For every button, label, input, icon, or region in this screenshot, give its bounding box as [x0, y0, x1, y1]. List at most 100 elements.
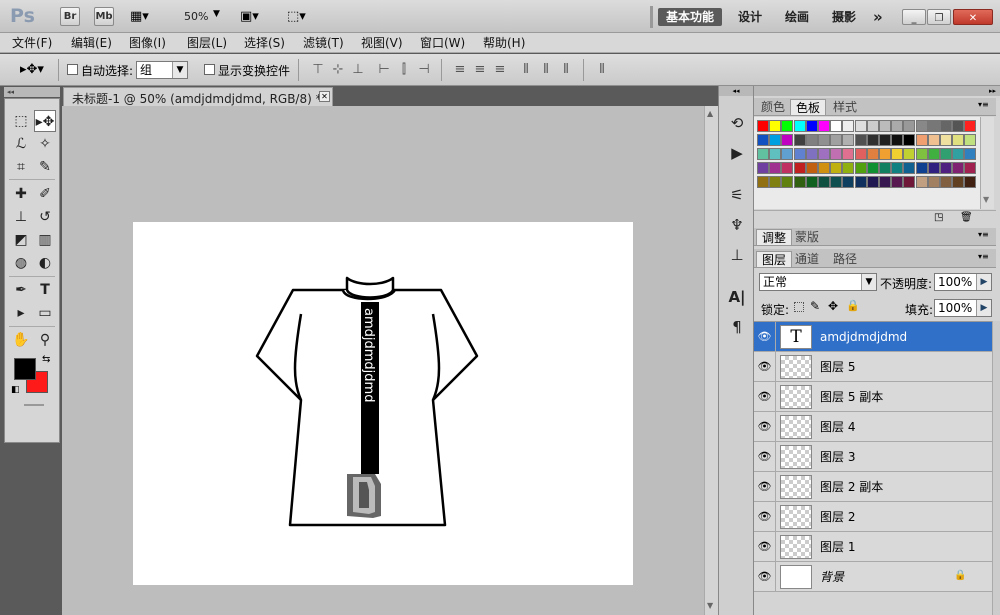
layer-row[interactable]: 👁 图层 5: [754, 352, 992, 382]
marquee-tool-icon[interactable]: ⬚: [10, 110, 32, 132]
zoom-tool-icon[interactable]: ⚲: [34, 329, 56, 351]
color-swatch[interactable]: [769, 134, 782, 146]
color-swatch[interactable]: [891, 134, 904, 146]
color-swatch[interactable]: [793, 176, 806, 188]
eraser-icon[interactable]: ◩: [10, 229, 32, 251]
vertical-scrollbar[interactable]: ▲ ▼: [704, 106, 718, 615]
color-swatch[interactable]: [866, 134, 879, 146]
layer-row[interactable]: 👁 图层 2 副本: [754, 472, 992, 502]
bridge-button[interactable]: Br: [60, 7, 80, 26]
color-swatch[interactable]: [842, 148, 855, 160]
distribute-top-icon[interactable]: ≡: [452, 62, 468, 78]
type-tool-icon[interactable]: T: [34, 279, 56, 301]
tools-panel-header[interactable]: ◂◂: [4, 87, 60, 97]
color-swatch[interactable]: [757, 134, 769, 146]
color-swatch[interactable]: [915, 162, 928, 174]
color-swatch[interactable]: [781, 134, 794, 146]
color-swatch[interactable]: [891, 162, 904, 174]
color-swatch[interactable]: [805, 148, 818, 160]
color-swatch[interactable]: [915, 120, 928, 132]
view-extras-icon[interactable]: ▦▾: [130, 9, 160, 25]
color-swatch[interactable]: [891, 120, 904, 132]
align-left-icon[interactable]: ⊢: [376, 62, 392, 78]
scroll-down-icon[interactable]: ▼: [983, 195, 989, 204]
scroll-up-icon[interactable]: ▲: [707, 109, 713, 118]
color-swatch[interactable]: [830, 120, 843, 132]
color-swatch[interactable]: [793, 134, 806, 146]
color-swatch[interactable]: [915, 148, 928, 160]
move-tool-icon[interactable]: ▸✥: [34, 110, 56, 132]
color-swatch[interactable]: [866, 148, 879, 160]
color-swatch[interactable]: [781, 120, 794, 132]
color-swatch[interactable]: [854, 176, 867, 188]
path-selection-icon[interactable]: ▸: [10, 302, 32, 324]
crop-tool-icon[interactable]: ⌗: [10, 156, 32, 178]
layer-row[interactable]: 👁 T amdjdmdjdmd: [754, 322, 992, 352]
color-swatch[interactable]: [964, 134, 977, 146]
color-swatch[interactable]: [781, 176, 794, 188]
color-swatch[interactable]: [940, 120, 952, 132]
align-right-icon[interactable]: ⊣: [416, 62, 432, 78]
visibility-eye-icon[interactable]: 👁: [754, 412, 776, 442]
layer-row[interactable]: 👁 图层 4: [754, 412, 992, 442]
color-swatch[interactable]: [879, 162, 891, 174]
tab-masks[interactable]: 蒙版: [790, 229, 824, 245]
align-bottom-icon[interactable]: ⊥: [350, 62, 366, 78]
color-swatch[interactable]: [793, 148, 806, 160]
color-swatch[interactable]: [891, 148, 904, 160]
layers-scrollbar[interactable]: [992, 321, 1000, 615]
blend-mode-dropdown[interactable]: 正常 ▼: [759, 273, 877, 291]
magic-wand-icon[interactable]: ✧: [34, 133, 56, 155]
color-swatch[interactable]: [842, 120, 855, 132]
dodge-tool-icon[interactable]: ◐: [34, 252, 56, 274]
collapse-dock-icon[interactable]: ◂◂: [719, 86, 753, 96]
color-swatch[interactable]: [964, 120, 977, 132]
new-swatch-icon[interactable]: ◳: [934, 212, 943, 223]
color-swatch[interactable]: [842, 134, 855, 146]
color-swatch[interactable]: [805, 134, 818, 146]
color-swatch[interactable]: [866, 176, 879, 188]
color-swatch[interactable]: [818, 134, 830, 146]
color-swatch[interactable]: [769, 120, 782, 132]
workspace-painting[interactable]: 绘画: [785, 8, 809, 26]
lock-pixels-icon[interactable]: ✎: [810, 299, 820, 313]
color-swatch[interactable]: [964, 148, 977, 160]
color-swatch[interactable]: [903, 120, 916, 132]
color-swatch[interactable]: [781, 148, 794, 160]
menu-filter[interactable]: 滤镜(T): [303, 35, 344, 51]
brush-tool-icon[interactable]: ✐: [34, 183, 56, 205]
color-swatch[interactable]: [830, 134, 843, 146]
color-swatch[interactable]: [903, 176, 916, 188]
layer-row[interactable]: 👁 图层 3: [754, 442, 992, 472]
fill-input[interactable]: 100% ▶: [934, 299, 992, 317]
history-brush-icon[interactable]: ↺: [34, 206, 56, 228]
screen-mode-icon[interactable]: ⬚▾: [287, 9, 306, 24]
scroll-down-icon[interactable]: ▼: [707, 601, 713, 610]
color-swatch[interactable]: [927, 176, 940, 188]
zoom-level[interactable]: 50%: [184, 10, 208, 23]
visibility-eye-icon[interactable]: 👁: [754, 382, 776, 412]
color-swatch[interactable]: [952, 148, 965, 160]
color-swatch[interactable]: [854, 120, 867, 132]
color-swatch[interactable]: [830, 148, 843, 160]
auto-select-checkbox[interactable]: [67, 64, 78, 75]
visibility-eye-icon[interactable]: 👁: [754, 442, 776, 472]
color-swatch[interactable]: [915, 134, 928, 146]
clone-stamp-icon[interactable]: ⊥: [10, 206, 32, 228]
color-swatch[interactable]: [866, 162, 879, 174]
visibility-eye-icon[interactable]: 👁: [754, 562, 776, 592]
color-swatch[interactable]: [757, 120, 769, 132]
layer-row[interactable]: 👁 图层 1: [754, 532, 992, 562]
color-swatch[interactable]: [866, 120, 879, 132]
menu-edit[interactable]: 编辑(E): [71, 35, 112, 51]
swatch-scrollbar[interactable]: ▼: [980, 117, 994, 209]
healing-brush-icon[interactable]: ✚: [10, 183, 32, 205]
foreground-color-swatch[interactable]: [14, 358, 36, 380]
lock-position-icon[interactable]: ✥: [828, 299, 838, 313]
color-swatch[interactable]: [854, 134, 867, 146]
color-swatch[interactable]: [793, 162, 806, 174]
color-swatch[interactable]: [805, 120, 818, 132]
tab-channels[interactable]: 通道: [790, 251, 824, 267]
color-swatch[interactable]: [940, 148, 952, 160]
swatch-grid[interactable]: [754, 117, 980, 209]
